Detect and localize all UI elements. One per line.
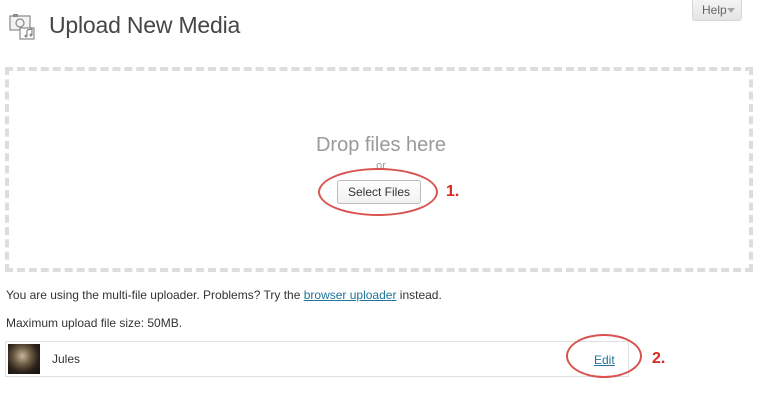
page-title: Upload New Media bbox=[49, 12, 241, 38]
media-thumbnail bbox=[8, 344, 40, 374]
annotation-step-1: 1. bbox=[446, 183, 460, 200]
max-upload-size: Maximum upload file size: 50MB. bbox=[6, 316, 183, 330]
media-library-icon bbox=[9, 14, 35, 40]
browser-uploader-link[interactable]: browser uploader bbox=[304, 288, 397, 302]
chevron-down-icon bbox=[727, 8, 735, 13]
annotation-ellipse-1 bbox=[318, 168, 438, 216]
notice-suffix: instead. bbox=[396, 288, 442, 302]
drop-files-text: Drop files here bbox=[315, 134, 447, 156]
annotation-step-2: 2. bbox=[652, 350, 666, 367]
notice-prefix: You are using the multi-file uploader. P… bbox=[6, 288, 304, 302]
help-tab[interactable]: Help bbox=[692, 0, 742, 21]
media-item-title: Jules bbox=[52, 352, 81, 366]
annotation-ellipse-2 bbox=[566, 334, 642, 378]
multi-file-uploader-notice: You are using the multi-file uploader. P… bbox=[6, 288, 442, 302]
media-item-row: Jules Edit bbox=[5, 341, 629, 377]
help-label: Help bbox=[702, 3, 727, 17]
